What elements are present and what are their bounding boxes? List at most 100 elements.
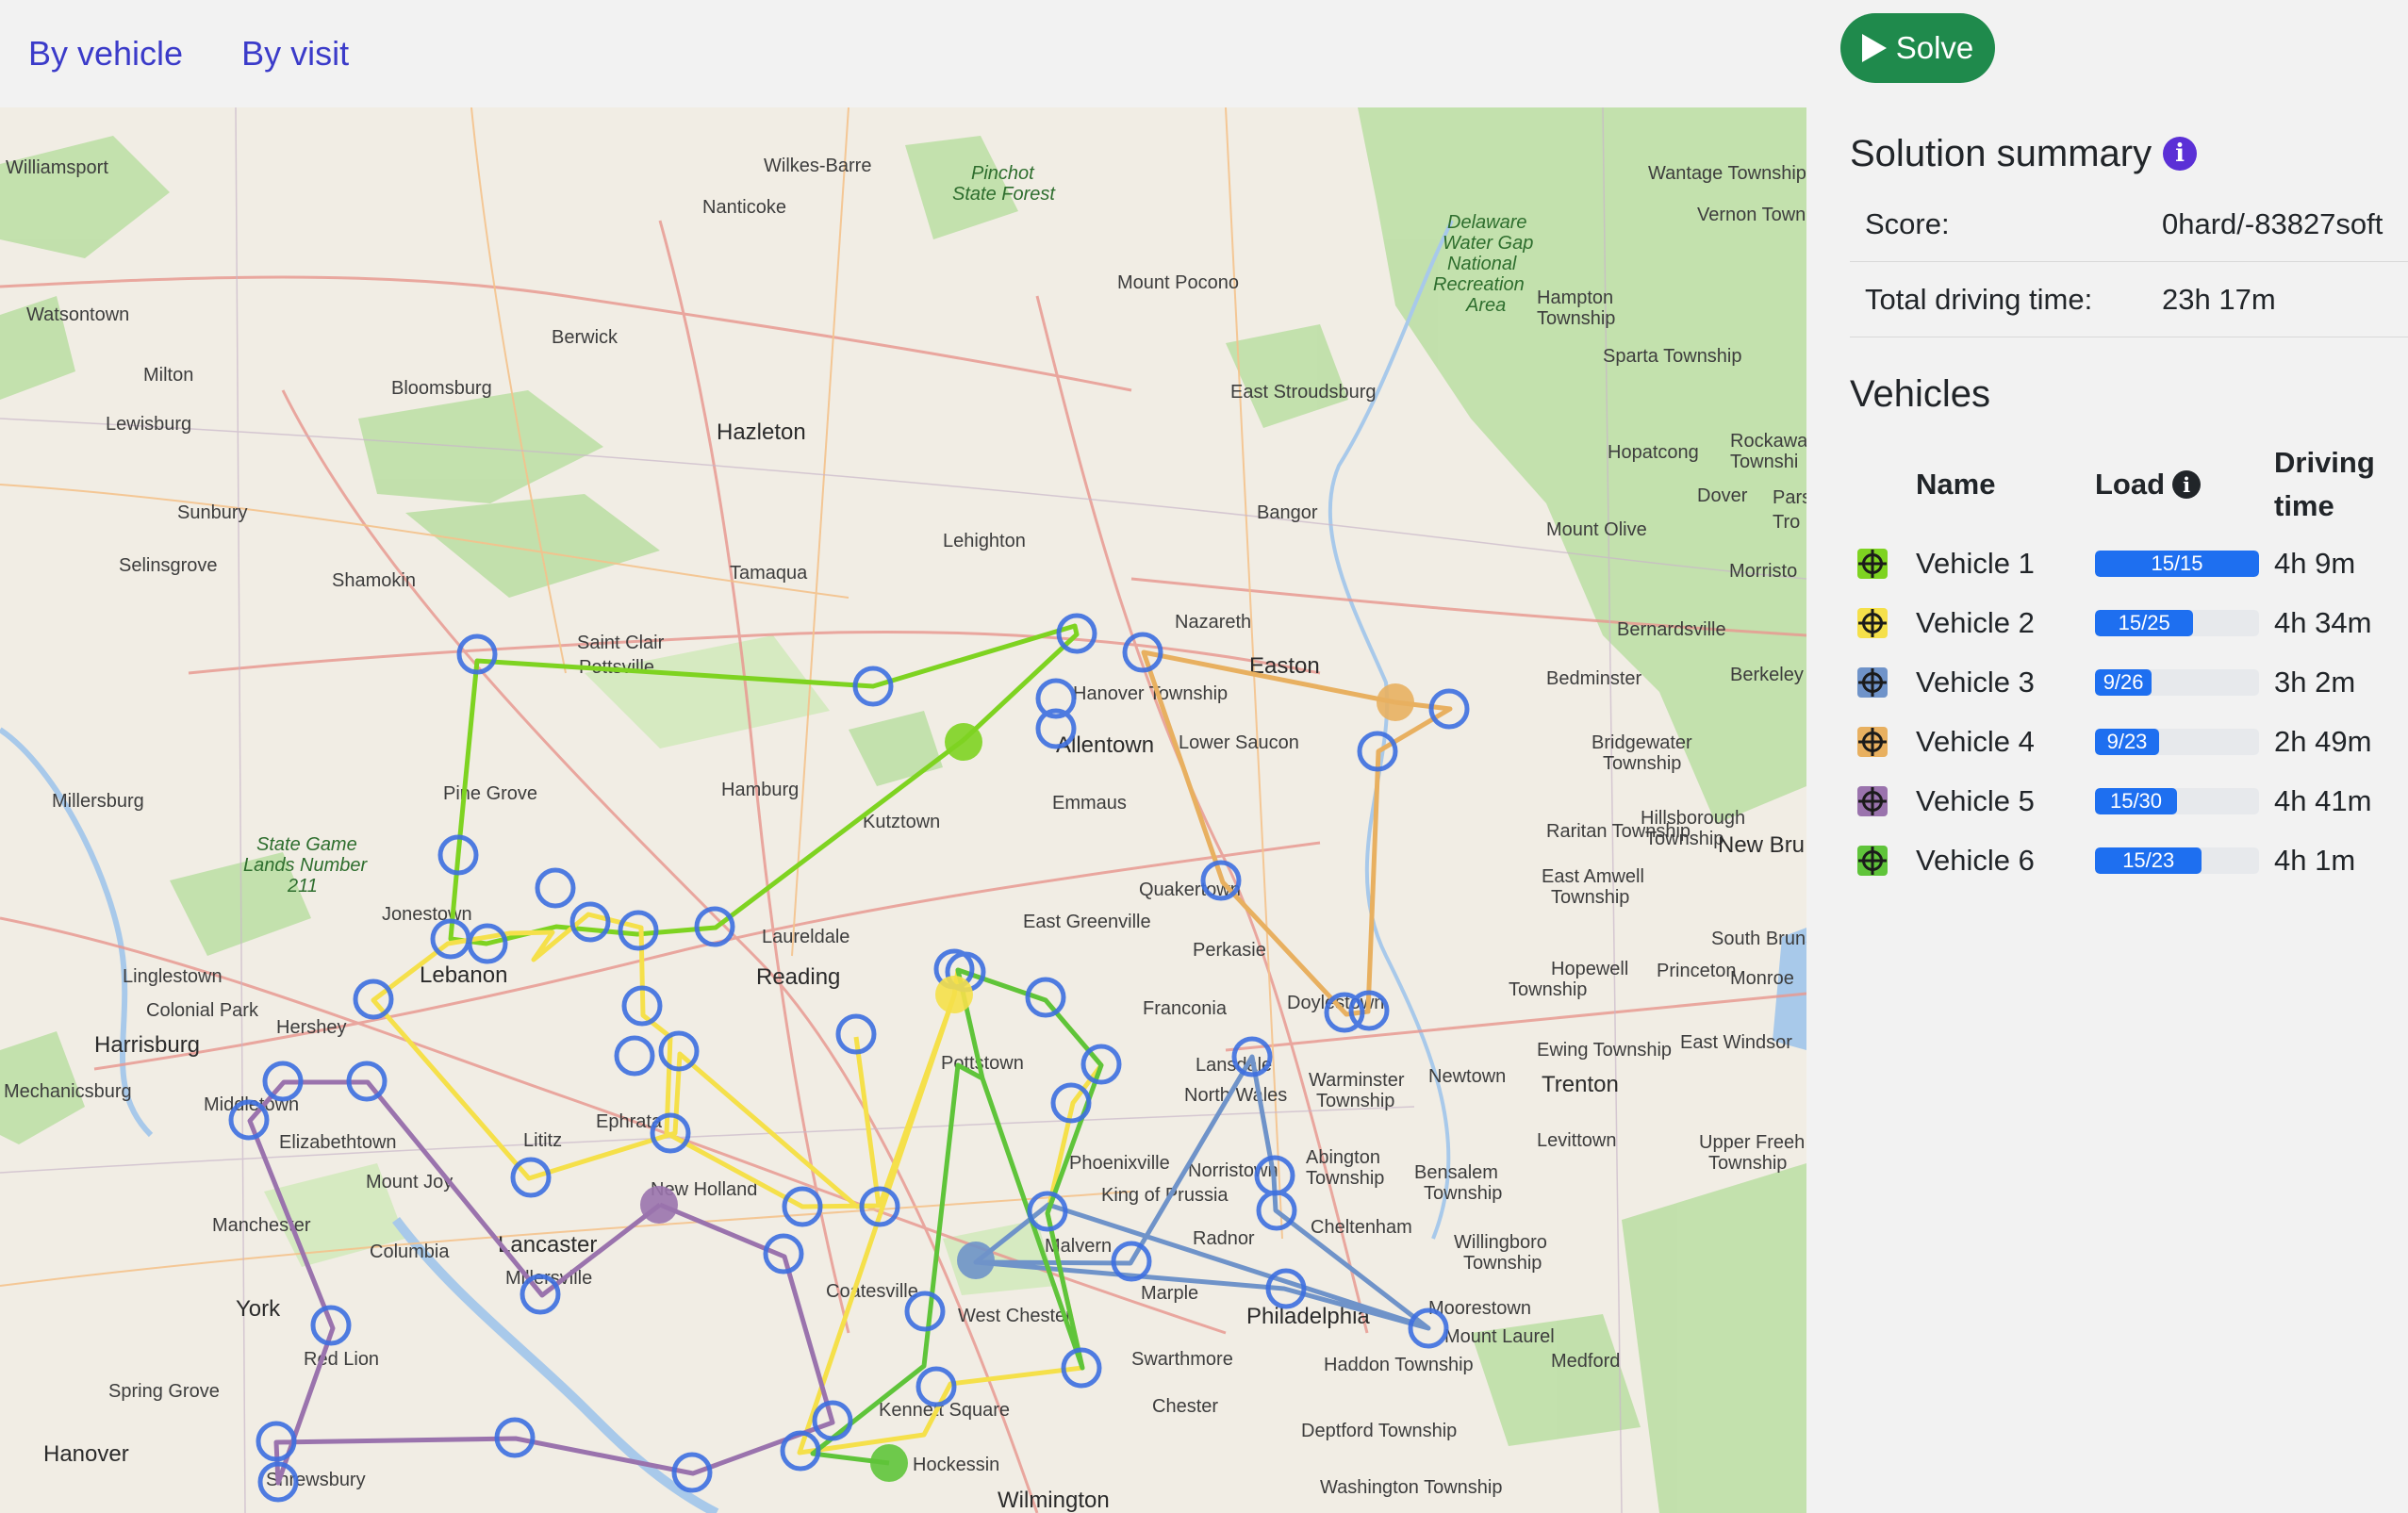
svg-text:Washington Township: Washington Township bbox=[1320, 1477, 1502, 1498]
play-icon bbox=[1861, 34, 1887, 62]
svg-text:Bernardsville: Bernardsville bbox=[1617, 619, 1726, 640]
svg-text:Williamsport: Williamsport bbox=[6, 157, 108, 178]
svg-text:Mount Olive: Mount Olive bbox=[1546, 519, 1647, 540]
svg-text:Rockawa: Rockawa bbox=[1730, 431, 1806, 452]
svg-text:Hanover: Hanover bbox=[43, 1441, 129, 1467]
vehicle-icon-cell bbox=[1850, 785, 1916, 816]
svg-text:Township: Township bbox=[1306, 1168, 1384, 1189]
vehicle-name: Vehicle 2 bbox=[1916, 605, 2035, 639]
crosshair-icon bbox=[1857, 726, 1888, 757]
vehicle-load: 9/26 bbox=[2095, 668, 2274, 696]
column-load-label: Load bbox=[2095, 468, 2166, 501]
svg-text:Hockessin: Hockessin bbox=[913, 1455, 999, 1475]
vehicle-row[interactable]: Vehicle 3 9/26 3h 2m bbox=[1850, 652, 2408, 712]
svg-text:Recreation: Recreation bbox=[1433, 274, 1525, 295]
route-map[interactable]: Williamsport Wilkes-Barre Nanticoke Pinc… bbox=[0, 107, 1806, 1513]
vehicle-row[interactable]: Vehicle 6 15/23 4h 1m bbox=[1850, 831, 2408, 890]
svg-text:Lancaster: Lancaster bbox=[498, 1232, 597, 1258]
svg-text:Delaware: Delaware bbox=[1447, 212, 1526, 233]
svg-text:Tamaqua: Tamaqua bbox=[730, 563, 808, 584]
svg-text:Township: Township bbox=[1603, 753, 1681, 774]
svg-text:East Windsor: East Windsor bbox=[1680, 1032, 1792, 1053]
svg-text:Lehighton: Lehighton bbox=[943, 531, 1026, 551]
svg-text:Phoenixville: Phoenixville bbox=[1069, 1153, 1170, 1174]
svg-text:Upper Freeh: Upper Freeh bbox=[1699, 1132, 1805, 1153]
column-name: Name bbox=[1916, 468, 1996, 501]
svg-text:Trenton: Trenton bbox=[1542, 1072, 1619, 1097]
vehicle-row[interactable]: Vehicle 2 15/25 4h 34m bbox=[1850, 593, 2408, 652]
load-bar-fill: 15/25 bbox=[2095, 609, 2194, 636]
svg-text:Saint Clair: Saint Clair bbox=[577, 633, 665, 653]
vehicle-driving-time: 3h 2m bbox=[2274, 665, 2356, 699]
svg-text:Mount Pocono: Mount Pocono bbox=[1117, 272, 1239, 293]
vehicle-icon-cell bbox=[1850, 845, 1916, 876]
svg-text:Laureldale: Laureldale bbox=[762, 927, 849, 947]
info-icon[interactable]: i bbox=[2163, 137, 2198, 171]
svg-text:Tro: Tro bbox=[1773, 512, 1800, 533]
tab-by-vehicle[interactable]: By vehicle bbox=[28, 34, 183, 74]
svg-text:Hanover Township: Hanover Township bbox=[1073, 683, 1228, 704]
vehicle-driving-time: 4h 34m bbox=[2274, 605, 2372, 639]
svg-text:Lititz: Lititz bbox=[523, 1130, 562, 1151]
svg-text:Hopewell: Hopewell bbox=[1551, 959, 1628, 979]
driving-time-label: Total driving time: bbox=[1865, 282, 2093, 316]
vehicle-driving-time: 4h 41m bbox=[2274, 783, 2372, 817]
vehicle-icon-cell bbox=[1850, 607, 1916, 638]
svg-text:Millersburg: Millersburg bbox=[52, 791, 144, 812]
svg-text:Mount Joy: Mount Joy bbox=[366, 1172, 453, 1192]
load-bar: 9/26 bbox=[2095, 668, 2259, 696]
svg-text:Columbia: Columbia bbox=[370, 1242, 450, 1262]
svg-text:Warminster: Warminster bbox=[1309, 1070, 1405, 1091]
score-value: 0hard/-83827soft bbox=[2162, 206, 2383, 240]
driving-time-value: 23h 17m bbox=[2162, 282, 2276, 316]
svg-text:Perkasie: Perkasie bbox=[1193, 940, 1266, 961]
vehicle-row[interactable]: Vehicle 1 15/15 4h 9m bbox=[1850, 534, 2408, 593]
tab-by-visit[interactable]: By visit bbox=[241, 34, 349, 74]
svg-text:Bridgewater: Bridgewater bbox=[1592, 732, 1692, 753]
svg-text:Township: Township bbox=[1316, 1091, 1394, 1111]
svg-text:Emmaus: Emmaus bbox=[1052, 793, 1127, 814]
svg-text:Levittown: Levittown bbox=[1537, 1130, 1617, 1151]
driving-time-row: Total driving time: 23h 17m bbox=[1850, 262, 2408, 337]
load-info-icon[interactable]: i bbox=[2172, 470, 2202, 499]
solve-button-label: Solve bbox=[1895, 30, 1974, 65]
vehicle-name: Vehicle 6 bbox=[1916, 843, 2035, 877]
view-tabs: By vehicle By visit bbox=[0, 0, 1806, 107]
svg-text:Haddon Township: Haddon Township bbox=[1324, 1355, 1474, 1375]
svg-text:Water Gap: Water Gap bbox=[1443, 233, 1533, 254]
score-label: Score: bbox=[1865, 206, 1950, 240]
svg-text:Township: Township bbox=[1509, 979, 1587, 1000]
vehicle-load: 15/23 bbox=[2095, 847, 2274, 874]
svg-text:Nanticoke: Nanticoke bbox=[702, 197, 786, 218]
solution-summary-heading: Solution summary i bbox=[1850, 121, 2408, 187]
vehicle-load: 15/30 bbox=[2095, 787, 2274, 814]
svg-text:Township: Township bbox=[1463, 1253, 1542, 1274]
svg-text:Coatesville: Coatesville bbox=[826, 1281, 918, 1302]
svg-text:Township: Township bbox=[1424, 1183, 1502, 1204]
svg-text:Spring Grove: Spring Grove bbox=[108, 1381, 220, 1402]
svg-text:Area: Area bbox=[1465, 295, 1506, 316]
svg-text:State Game: State Game bbox=[256, 834, 357, 855]
svg-text:Princeton: Princeton bbox=[1657, 961, 1737, 981]
vehicles-heading: Vehicles bbox=[1850, 372, 1990, 415]
svg-text:Hillsborough: Hillsborough bbox=[1641, 808, 1745, 829]
vehicle-row[interactable]: Vehicle 4 9/23 2h 49m bbox=[1850, 712, 2408, 771]
svg-text:Mechanicsburg: Mechanicsburg bbox=[4, 1081, 132, 1102]
solve-button[interactable]: Solve bbox=[1840, 13, 1995, 83]
svg-text:Watsontown: Watsontown bbox=[26, 304, 129, 325]
crosshair-icon bbox=[1857, 607, 1888, 638]
crosshair-icon bbox=[1857, 785, 1888, 816]
svg-text:Township: Township bbox=[1645, 829, 1724, 849]
svg-text:211: 211 bbox=[287, 876, 318, 896]
svg-text:Sunbury: Sunbury bbox=[177, 502, 248, 523]
vehicle-load: 15/25 bbox=[2095, 609, 2274, 636]
vehicle-row[interactable]: Vehicle 5 15/30 4h 41m bbox=[1850, 771, 2408, 831]
vehicle-icon-cell bbox=[1850, 666, 1916, 698]
load-bar-fill: 9/26 bbox=[2095, 668, 2152, 696]
load-bar-fill: 15/30 bbox=[2095, 787, 2177, 814]
svg-text:Linglestown: Linglestown bbox=[123, 966, 223, 987]
svg-text:South Brunswic: South Brunswic bbox=[1711, 929, 1806, 949]
svg-text:Berkeley: Berkeley bbox=[1730, 665, 1804, 685]
vehicle-load: 9/23 bbox=[2095, 728, 2274, 755]
svg-text:Townshi: Townshi bbox=[1730, 452, 1798, 472]
